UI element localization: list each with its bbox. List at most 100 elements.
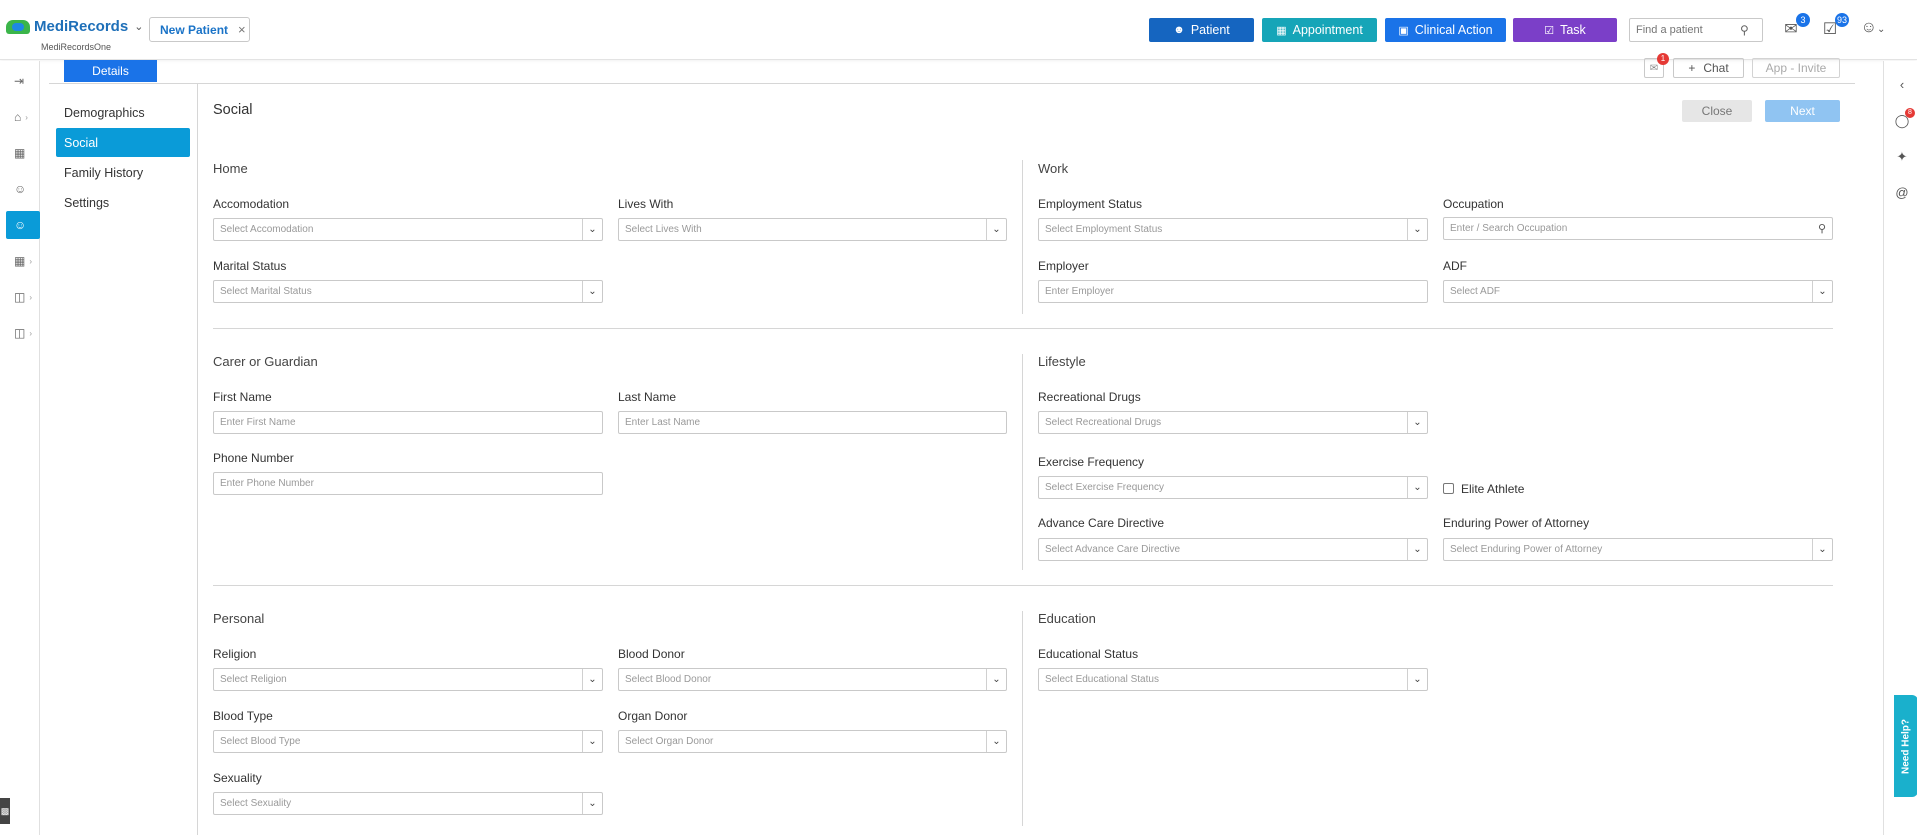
column-divider	[1022, 160, 1023, 314]
left-rail: ⇥ ⌂ › ▦ ☺ ☺ ▦ › ◫ › ◫ › ▩	[0, 61, 40, 835]
exercise-frequency-select[interactable]: Select Exercise Frequency ⌄	[1038, 476, 1428, 499]
search-icon[interactable]: ⚲	[1740, 23, 1749, 37]
adf-placeholder: Select ADF	[1450, 286, 1501, 297]
apps-icon[interactable]: ▦ ›	[6, 247, 40, 275]
app-logo[interactable]: MediRecords ⌄	[6, 18, 143, 35]
app-invite-button[interactable]: App - Invite	[1752, 58, 1840, 78]
chat-bubble-icon[interactable]: ◯ 8	[1893, 108, 1915, 129]
chevron-left-icon[interactable]: ‹	[1893, 77, 1911, 92]
shared-folder-icon[interactable]: ◫ ›	[6, 319, 40, 347]
printer-icon[interactable]: ▩	[0, 798, 10, 824]
phone-number-placeholder: Enter Phone Number	[220, 478, 314, 489]
sexuality-select[interactable]: Select Sexuality ⌄	[213, 792, 603, 815]
chevron-down-icon[interactable]: ⌄	[1407, 669, 1427, 690]
elite-athlete-label: Elite Athlete	[1461, 482, 1525, 496]
envelope-icon: ✉	[1649, 62, 1659, 74]
collapse-icon[interactable]: ⇥	[6, 67, 40, 95]
organ-donor-select[interactable]: Select Organ Donor ⌄	[618, 730, 1007, 753]
advance-care-directive-select[interactable]: Select Advance Care Directive ⌄	[1038, 538, 1428, 561]
first-name-input[interactable]: Enter First Name	[213, 411, 603, 434]
column-divider	[1022, 611, 1023, 826]
chevron-down-icon[interactable]: ⌄	[582, 219, 602, 240]
close-icon[interactable]: ×	[238, 22, 246, 37]
chevron-down-icon[interactable]: ⌄	[1407, 219, 1427, 240]
chevron-down-icon[interactable]: ⌄	[986, 219, 1006, 240]
marital-status-placeholder: Select Marital Status	[220, 286, 312, 297]
recreational-drugs-placeholder: Select Recreational Drugs	[1045, 417, 1162, 428]
patient-button[interactable]: ☻ Patient	[1149, 18, 1254, 42]
educational-status-select[interactable]: Select Educational Status ⌄	[1038, 668, 1428, 691]
marital-status-select[interactable]: Select Marital Status ⌄	[213, 280, 603, 303]
religion-select[interactable]: Select Religion ⌄	[213, 668, 603, 691]
adf-label: ADF	[1443, 259, 1467, 273]
chevron-down-icon[interactable]: ⌄	[1407, 539, 1427, 560]
blood-donor-label: Blood Donor	[618, 647, 685, 661]
task-button-label: Task	[1560, 23, 1586, 37]
chevron-down-icon[interactable]: ⌄	[582, 731, 602, 752]
recreational-drugs-select[interactable]: Select Recreational Drugs ⌄	[1038, 411, 1428, 434]
clipboard-icon: ▣	[1398, 24, 1409, 37]
user-menu[interactable]: ☺⌄	[1857, 19, 1889, 39]
employer-label: Employer	[1038, 259, 1089, 273]
sidebar-item-demographics[interactable]: Demographics	[56, 98, 190, 127]
close-button[interactable]: Close	[1682, 100, 1752, 122]
chevron-down-icon[interactable]: ⌄	[1812, 281, 1832, 302]
appointment-button[interactable]: ▦ Appointment	[1262, 18, 1377, 42]
employer-input[interactable]: Enter Employer	[1038, 280, 1428, 303]
religion-label: Religion	[213, 647, 257, 661]
sidebar-item-social[interactable]: Social	[56, 128, 190, 157]
calendar-icon[interactable]: ▦	[6, 139, 40, 167]
organ-donor-label: Organ Donor	[618, 709, 688, 723]
need-help-button[interactable]: Need Help?	[1894, 695, 1917, 797]
tab-new-patient[interactable]: New Patient ×	[149, 17, 250, 42]
section-title-lifestyle: Lifestyle	[1038, 354, 1086, 369]
chevron-down-icon[interactable]: ⌄	[986, 669, 1006, 690]
folder-icon[interactable]: ◫ ›	[6, 283, 40, 311]
chevron-down-icon[interactable]: ⌄	[582, 669, 602, 690]
elite-athlete-checkbox[interactable]	[1443, 483, 1454, 494]
clinical-action-button[interactable]: ▣ Clinical Action	[1385, 18, 1506, 42]
chevron-down-icon[interactable]: ⌄	[134, 20, 143, 33]
task-button[interactable]: ☑ Task	[1513, 18, 1617, 42]
occupation-search[interactable]: Enter / Search Occupation ⚲	[1443, 217, 1833, 240]
search-icon[interactable]: ⚲	[1812, 222, 1832, 235]
enduring-power-select[interactable]: Select Enduring Power of Attorney ⌄	[1443, 538, 1833, 561]
sexuality-label: Sexuality	[213, 771, 262, 785]
chevron-down-icon: ⌄	[1876, 24, 1886, 35]
accomodation-placeholder: Select Accomodation	[220, 224, 314, 235]
tab-details[interactable]: Details	[64, 60, 157, 82]
people-icon[interactable]: ☺	[6, 175, 40, 203]
blood-type-select[interactable]: Select Blood Type ⌄	[213, 730, 603, 753]
pin-icon[interactable]: ✦	[1893, 149, 1911, 165]
last-name-input[interactable]: Enter Last Name	[618, 411, 1007, 434]
sidebar-item-family-history[interactable]: Family History	[56, 158, 190, 187]
message-button[interactable]: ✉ 1	[1644, 53, 1669, 78]
blood-donor-placeholder: Select Blood Donor	[625, 674, 712, 685]
next-button[interactable]: Next	[1765, 100, 1840, 122]
employment-status-select[interactable]: Select Employment Status ⌄	[1038, 218, 1428, 241]
mention-icon[interactable]: @	[1893, 185, 1911, 200]
home-icon[interactable]: ⌂ ›	[6, 103, 40, 131]
blood-donor-select[interactable]: Select Blood Donor ⌄	[618, 668, 1007, 691]
chevron-down-icon[interactable]: ⌄	[1407, 477, 1427, 498]
occupation-placeholder: Enter / Search Occupation	[1450, 223, 1568, 234]
phone-number-input[interactable]: Enter Phone Number	[213, 472, 603, 495]
patient-search-input[interactable]	[1630, 24, 1740, 36]
religion-placeholder: Select Religion	[220, 674, 287, 685]
mail-icon[interactable]: ✉ 3	[1780, 13, 1810, 39]
chevron-down-icon[interactable]: ⌄	[582, 793, 602, 814]
sidebar-item-settings[interactable]: Settings	[56, 188, 190, 217]
chevron-down-icon[interactable]: ⌄	[582, 281, 602, 302]
task-icon: ☑	[1544, 24, 1555, 37]
patients-icon[interactable]: ☺	[6, 211, 40, 239]
lives-with-select[interactable]: Select Lives With ⌄	[618, 218, 1007, 241]
chat-badge: 8	[1905, 108, 1915, 118]
chevron-down-icon[interactable]: ⌄	[1812, 539, 1832, 560]
right-rail: ‹ ◯ 8 ✦ @ Need Help?	[1883, 61, 1917, 835]
chevron-down-icon[interactable]: ⌄	[986, 731, 1006, 752]
accomodation-select[interactable]: Select Accomodation ⌄	[213, 218, 603, 241]
chat-button[interactable]: + Chat	[1673, 58, 1744, 78]
tasks-icon[interactable]: ☑ 93	[1819, 13, 1849, 39]
adf-select[interactable]: Select ADF ⌄	[1443, 280, 1833, 303]
chevron-down-icon[interactable]: ⌄	[1407, 412, 1427, 433]
